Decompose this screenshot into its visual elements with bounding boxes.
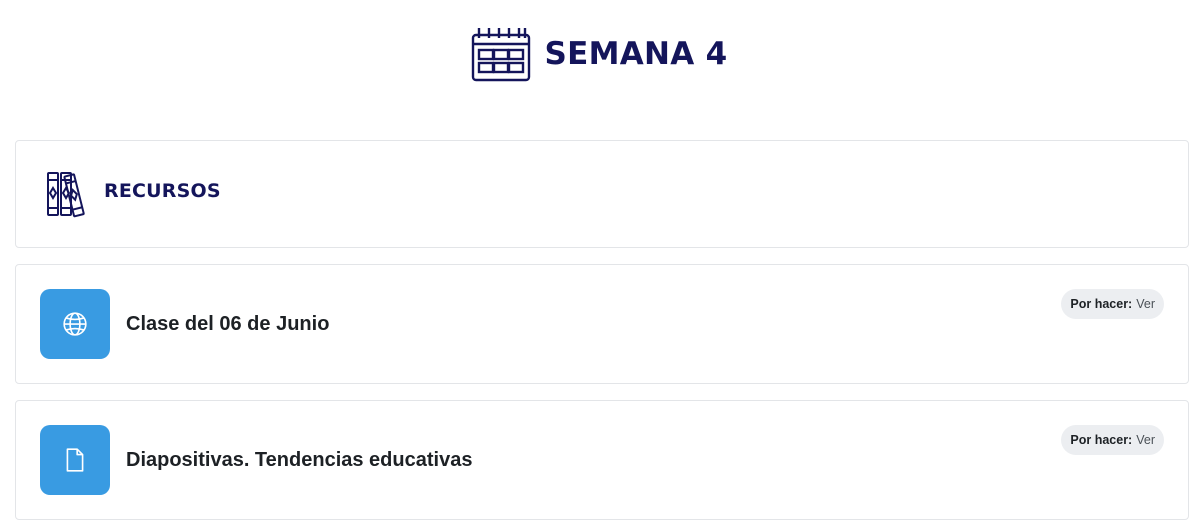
- activity-icon-box: [40, 289, 110, 359]
- activity-card: Diapositivas. Tendencias educativas Por …: [15, 400, 1189, 520]
- week-header: SEMANA 4: [0, 24, 1198, 84]
- week-title: SEMANA 4: [544, 35, 728, 72]
- status-label: Por hacer:: [1070, 297, 1133, 311]
- activity-link[interactable]: Diapositivas. Tendencias educativas: [126, 449, 472, 472]
- section-label-title: RECURSOS: [104, 180, 221, 202]
- resources-label-card: RECURSOS: [15, 140, 1189, 248]
- calendar-icon: [472, 28, 531, 82]
- completion-status-badge: Por hacer: Ver: [1061, 425, 1164, 455]
- completion-status-badge: Por hacer: Ver: [1061, 289, 1164, 319]
- status-value: Ver: [1136, 297, 1155, 311]
- activity-card: Clase del 06 de Junio Por hacer: Ver: [15, 264, 1189, 384]
- books-icon: [47, 172, 85, 218]
- activity-link[interactable]: Clase del 06 de Junio: [126, 313, 329, 336]
- activity-icon-box: [40, 425, 110, 495]
- status-value: Ver: [1136, 433, 1155, 447]
- status-label: Por hacer:: [1070, 433, 1133, 447]
- globe-icon: [63, 312, 87, 336]
- file-icon: [66, 448, 84, 472]
